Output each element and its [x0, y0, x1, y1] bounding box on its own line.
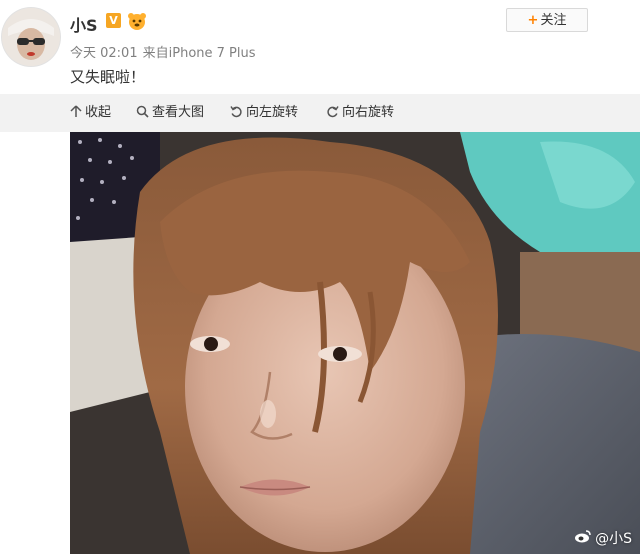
view-large-button[interactable]: 查看大图: [136, 94, 204, 132]
view-large-label: 查看大图: [152, 105, 205, 120]
follow-button[interactable]: + 关注: [506, 8, 588, 32]
post-meta: 今天 02:01 来自iPhone 7 Plus: [70, 42, 261, 61]
avatar[interactable]: [2, 8, 60, 66]
post-photo[interactable]: @小S: [70, 132, 640, 554]
vip-icon: [126, 11, 148, 31]
username[interactable]: 小S: [70, 12, 98, 36]
rotate-left-button[interactable]: 向左旋转: [230, 94, 298, 132]
rotate-right-label: 向右旋转: [342, 105, 395, 120]
rotate-left-icon: [230, 94, 243, 132]
verified-badge-icon: V: [106, 13, 121, 28]
post-text: 又失眠啦！: [70, 68, 146, 86]
post-timestamp[interactable]: 今天 02:01: [70, 46, 138, 61]
media-toolbar: 收起 查看大图 向左旋转 向右旋转: [0, 94, 640, 132]
weibo-logo-icon: [574, 529, 592, 543]
watermark-text: @小S: [595, 531, 632, 547]
collapse-arrow-icon: [70, 94, 82, 132]
source-prefix: 来自: [142, 46, 169, 61]
rotate-left-label: 向左旋转: [246, 105, 299, 120]
rotate-right-button[interactable]: 向右旋转: [326, 94, 394, 132]
photo-watermark: @小S: [574, 528, 632, 548]
collapse-label: 收起: [85, 105, 112, 120]
plus-icon: +: [527, 13, 539, 28]
follow-button-label: 关注: [540, 13, 567, 28]
source-device[interactable]: iPhone 7 Plus: [169, 46, 256, 61]
rotate-right-icon: [326, 94, 339, 132]
collapse-button[interactable]: 收起: [70, 94, 111, 132]
magnify-icon: [136, 94, 149, 132]
